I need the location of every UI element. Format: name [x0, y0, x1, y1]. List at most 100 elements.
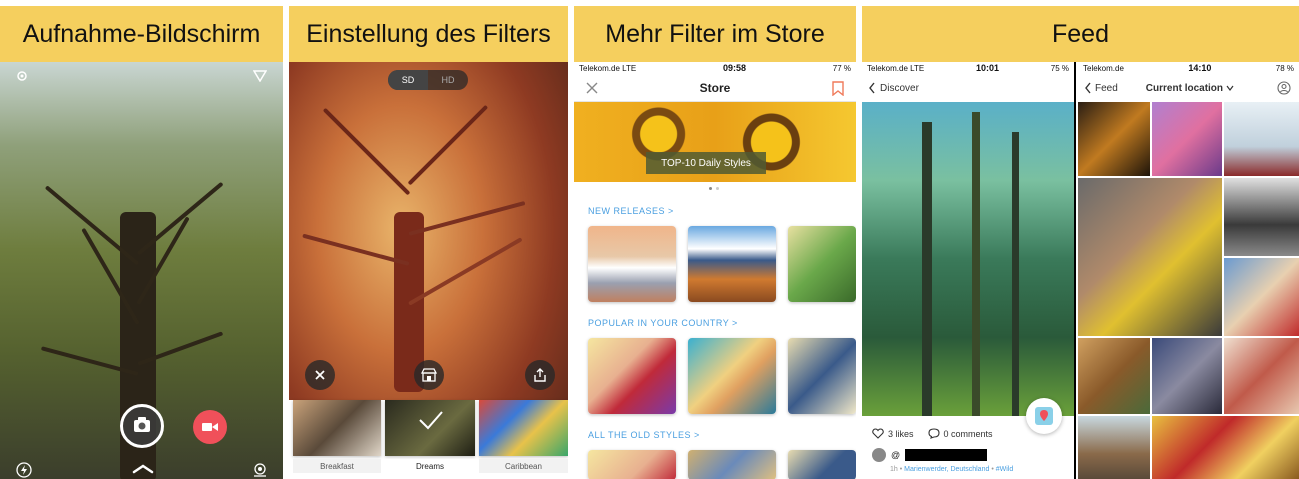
filter-thumb-dreams[interactable]: [385, 400, 475, 456]
post-meta: 1h • Marienwerder, Deutschland • #Wild: [890, 466, 1014, 473]
style-thumb[interactable]: [688, 450, 776, 479]
flash-icon[interactable]: [14, 460, 34, 479]
likes-row: 3 likes 0 comments: [872, 428, 993, 439]
feed-grid-image[interactable]: [1224, 178, 1299, 256]
style-thumb[interactable]: [788, 338, 856, 414]
location-label: Current location: [1145, 82, 1224, 94]
filter-thumb-caribbean[interactable]: [479, 400, 568, 456]
filter-label: Caribbean: [479, 459, 568, 473]
share-button[interactable]: [525, 360, 555, 390]
map-pin-icon: [1035, 407, 1053, 425]
triangle-down-icon[interactable]: [252, 68, 268, 84]
profile-icon[interactable]: [1277, 81, 1291, 95]
feed-grid-image[interactable]: [1152, 102, 1222, 176]
switch-camera-icon[interactable]: [250, 460, 270, 479]
status-carrier: Telekom.de LTE: [867, 63, 925, 73]
video-record-button[interactable]: [193, 410, 227, 444]
chevron-up-icon[interactable]: [131, 462, 155, 476]
back-link[interactable]: Feed: [1084, 82, 1118, 94]
feed-grid-image[interactable]: [1078, 102, 1150, 176]
section-old-styles[interactable]: ALL THE OLD STYLES >: [588, 430, 700, 440]
feed-grid-image[interactable]: [1224, 102, 1299, 176]
status-battery: 78 %: [1275, 63, 1294, 73]
back-label: Feed: [1095, 82, 1118, 94]
store-icon: [421, 368, 437, 382]
quality-toggle[interactable]: SD HD: [388, 70, 468, 90]
status-bar: Telekom.de LTE 10:01 75 %: [862, 62, 1074, 74]
feed-grid-image[interactable]: [1078, 178, 1222, 336]
store-nav-bar: Store: [574, 74, 856, 102]
bookmark-icon[interactable]: [830, 80, 846, 96]
feed-grid-image[interactable]: [1152, 416, 1299, 479]
status-carrier: Telekom.de: [1083, 63, 1124, 73]
style-thumb[interactable]: [788, 450, 856, 479]
panel-title: Einstellung des Filters: [289, 6, 568, 62]
section-popular[interactable]: POPULAR IN YOUR COUNTRY >: [588, 318, 738, 328]
post-location-link[interactable]: Marienwerder, Deutschland: [904, 466, 989, 473]
style-thumb[interactable]: [588, 338, 676, 414]
post-time: 1h: [890, 466, 898, 473]
store-button[interactable]: [414, 360, 444, 390]
banner-label: TOP-10 Daily Styles: [646, 152, 766, 174]
filter-label-selected: Dreams: [385, 459, 475, 473]
style-thumb[interactable]: [688, 338, 776, 414]
post-author-row: @: [872, 448, 988, 462]
post-image[interactable]: [862, 102, 1074, 416]
status-time: 14:10: [1188, 63, 1212, 73]
back-label: Discover: [880, 82, 919, 94]
heart-icon[interactable]: [872, 428, 884, 439]
feed-grid-image[interactable]: [1152, 338, 1222, 414]
filter-strip: Breakfast Dreams Caribbean: [289, 400, 568, 479]
feed-nav-bar: Feed Current location: [1078, 74, 1299, 102]
close-icon[interactable]: [584, 80, 600, 96]
camera-viewfinder[interactable]: [0, 62, 283, 479]
status-carrier: Telekom.de LTE: [579, 63, 637, 73]
post-tag-link[interactable]: #Wild: [996, 466, 1014, 473]
feed-grid-image[interactable]: [1078, 416, 1150, 479]
filter-panel: Einstellung des Filters SD HD Breakfast: [289, 6, 568, 479]
status-battery: 77 %: [832, 63, 851, 73]
avatar[interactable]: [872, 448, 886, 462]
feed-grid-image[interactable]: [1224, 338, 1299, 414]
capture-panel: Aufnahme-Bildschirm: [0, 6, 283, 479]
redacted-username: [905, 449, 988, 461]
location-selector[interactable]: Current location: [1146, 83, 1234, 94]
quality-sd-option[interactable]: SD: [388, 70, 428, 90]
feed-grid-image[interactable]: [1224, 258, 1299, 336]
map-location-button[interactable]: [1026, 398, 1062, 434]
feed-panel: Feed Telekom.de LTE 10:01 75 % Discover: [862, 6, 1299, 479]
chevron-left-icon: [1085, 82, 1091, 94]
filter-label: Breakfast: [293, 459, 381, 473]
close-button[interactable]: [305, 360, 335, 390]
quality-hd-option[interactable]: HD: [428, 70, 468, 90]
status-bar: Telekom.de LTE 09:58 77 %: [574, 62, 856, 74]
settings-icon[interactable]: [14, 68, 30, 84]
style-thumb[interactable]: [688, 226, 776, 302]
style-thumb[interactable]: [788, 226, 856, 302]
status-time: 09:58: [722, 63, 746, 73]
status-bar: Telekom.de 14:10 78 %: [1078, 62, 1299, 74]
store-banner[interactable]: TOP-10 Daily Styles: [574, 102, 856, 182]
photo-shutter-button[interactable]: [120, 404, 164, 448]
comments-count: 0 comments: [943, 428, 993, 439]
likes-count: 3 likes: [888, 428, 914, 439]
feed-grid-image[interactable]: [1078, 338, 1150, 414]
nav-title: Store: [699, 80, 731, 95]
banner-page-dots: [704, 187, 724, 191]
section-new-releases[interactable]: NEW RELEASES >: [588, 206, 674, 216]
style-thumb[interactable]: [588, 450, 676, 479]
checkmark-icon: [419, 411, 443, 430]
store-panel: Mehr Filter im Store Telekom.de LTE 09:5…: [574, 6, 856, 479]
share-icon: [534, 368, 546, 382]
comment-icon[interactable]: [927, 428, 940, 439]
filter-thumb-breakfast[interactable]: [293, 400, 381, 456]
video-camera-icon: [202, 423, 218, 431]
style-thumb[interactable]: [588, 226, 676, 302]
panel-title: Aufnahme-Bildschirm: [0, 6, 283, 62]
username-prefix[interactable]: @: [891, 450, 900, 460]
feed-grid-screen: Telekom.de 14:10 78 % Feed Current locat…: [1078, 62, 1299, 479]
panel-title: Mehr Filter im Store: [574, 6, 856, 62]
back-link[interactable]: Discover: [862, 74, 1074, 102]
post-detail-screen: Telekom.de LTE 10:01 75 % Discover 3 lik…: [862, 62, 1076, 479]
filtered-preview: SD HD Breakfast Dreams Caribbean: [289, 62, 568, 479]
